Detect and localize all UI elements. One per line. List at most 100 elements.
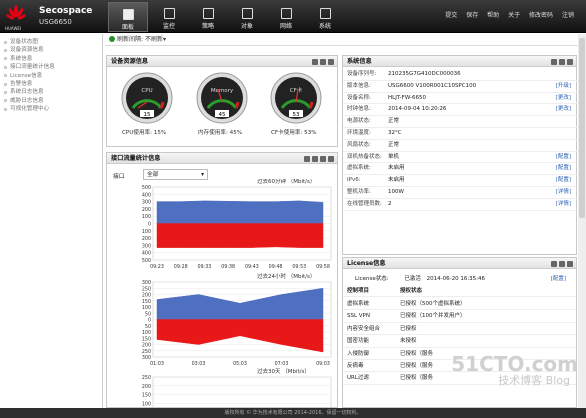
system-icon bbox=[319, 8, 331, 19]
save-link[interactable]: 保存 bbox=[466, 12, 478, 19]
memory-value: 45 bbox=[219, 112, 226, 118]
license-col-item: 控制项目 bbox=[347, 288, 370, 294]
sidebar-item-visual[interactable]: 可视化管理中心 bbox=[0, 105, 102, 113]
chevron-down-icon[interactable]: ▾ bbox=[163, 36, 166, 43]
info-value: 2014-09-04 10:20:26 bbox=[388, 106, 447, 113]
license-panel-header: License信息 bbox=[343, 258, 576, 269]
info-key: 整机功率: bbox=[347, 189, 371, 195]
nav-network[interactable]: 网络 bbox=[266, 2, 306, 32]
info-action-link[interactable]: [更改] bbox=[556, 104, 571, 116]
x-tick-label: 09:38 bbox=[221, 264, 235, 270]
info-action-link[interactable]: [升级] bbox=[556, 81, 571, 93]
nav-dashboard[interactable]: 面板 bbox=[108, 2, 148, 32]
sidebar-item-traffic[interactable]: 接口流量统计信息 bbox=[0, 63, 102, 71]
system-info-row: 版本信息: USG6600 V100R001C10SPC100 [升级] bbox=[343, 81, 581, 93]
info-key: 设备序列号: bbox=[347, 71, 377, 77]
info-value: 未启用 bbox=[388, 177, 405, 184]
license-row: 虚拟系统 已授权（500个虚拟系统） bbox=[343, 298, 576, 311]
info-action-link[interactable]: [详情] bbox=[556, 199, 571, 211]
object-icon bbox=[241, 8, 253, 19]
sidebar-item-alarm[interactable]: 告警信息 bbox=[0, 80, 102, 88]
refresh-icon[interactable] bbox=[559, 261, 565, 267]
logo-text: HUAWEI bbox=[5, 26, 22, 31]
y-tick-label: 400 bbox=[142, 192, 151, 198]
cf-gauge-label: CF卡 bbox=[290, 86, 303, 94]
y-tick-label: 0 bbox=[148, 222, 151, 228]
sidebar-item-license[interactable]: License信息 bbox=[0, 72, 102, 80]
sidebar-item-device-status[interactable]: 设备状态图 bbox=[0, 38, 102, 46]
nav-policy[interactable]: 策略 bbox=[188, 2, 228, 32]
scrollbar[interactable] bbox=[578, 34, 586, 408]
y-tick-label: 100 bbox=[142, 214, 151, 220]
change-password-link[interactable]: 修改密码 bbox=[529, 12, 553, 19]
collapse-icon[interactable] bbox=[551, 59, 557, 65]
refresh-icon[interactable] bbox=[559, 59, 565, 65]
sidebar-item-syslog[interactable]: 系统日志信息 bbox=[0, 88, 102, 96]
info-action-link[interactable]: [配置] bbox=[556, 175, 571, 187]
refresh-icon[interactable] bbox=[320, 59, 326, 65]
sidebar-item-system[interactable]: 系统信息 bbox=[0, 55, 102, 63]
y-tick-label: 150 bbox=[142, 299, 151, 305]
refresh-icon bbox=[109, 36, 115, 42]
y-tick-label: 500 bbox=[142, 258, 151, 264]
y-tick-label: 250 bbox=[142, 349, 151, 355]
collapse-icon[interactable] bbox=[304, 156, 310, 162]
commit-link[interactable]: 提交 bbox=[445, 12, 457, 19]
cpu-usage-label: CPU使用率: 15% bbox=[122, 130, 167, 136]
collapse-icon[interactable] bbox=[551, 261, 557, 267]
license-config-link[interactable]: [配置] bbox=[551, 274, 566, 282]
top-bar: HUAWEI Secospace USG6650 面板 监控 策略 对象 网络 … bbox=[0, 0, 586, 33]
x-tick-label: 09:53 bbox=[292, 264, 306, 270]
refresh-select[interactable]: 不刷新 bbox=[145, 36, 163, 43]
info-key: 虚拟系统: bbox=[347, 165, 371, 172]
system-info-row: 设备名称: HLJT-FW-6650 [更改] bbox=[343, 93, 581, 105]
x-tick-label: 09:03 bbox=[316, 361, 330, 367]
cpu-gauge: CPU 15 bbox=[121, 72, 173, 124]
license-status: 已授权（500个虚拟系统） bbox=[400, 301, 466, 307]
info-key: 双机热备状态: bbox=[347, 153, 382, 160]
traffic-panel: 接口流量统计信息 接口 全部 ▾ 过去60分钟 （Mbit/s） 500 400 300… bbox=[106, 152, 338, 408]
info-action-link[interactable]: [详情] bbox=[556, 187, 571, 199]
license-row: 国密功能 未授权 bbox=[343, 335, 576, 348]
close-icon[interactable] bbox=[567, 59, 573, 65]
sidebar-item-resource[interactable]: 设备资源信息 bbox=[0, 46, 102, 54]
x-tick-label: 09:58 bbox=[316, 264, 330, 270]
info-value: USG6600 V100R001C10SPC100 bbox=[388, 82, 477, 89]
system-info-row: 风扇状态: 正常 bbox=[343, 140, 581, 152]
outbound-area bbox=[156, 223, 324, 248]
system-info-row: 整机功率: 100W [详情] bbox=[343, 187, 581, 199]
y-tick-label: 50 bbox=[145, 311, 151, 317]
info-key: 环境温度: bbox=[347, 130, 371, 136]
refresh-icon[interactable] bbox=[312, 156, 318, 162]
nav-monitor[interactable]: 监控 bbox=[149, 2, 189, 32]
license-status-row: License状态: 已激活 2014-06-20 16:35:46 bbox=[355, 274, 485, 282]
info-key: 风扇状态: bbox=[347, 141, 371, 148]
close-icon[interactable] bbox=[328, 156, 334, 162]
collapse-icon[interactable] bbox=[312, 59, 318, 65]
nav-object[interactable]: 对象 bbox=[227, 2, 267, 32]
logout-link[interactable]: 注销 bbox=[562, 12, 574, 19]
top-links: 提交 保存 帮助 关于 修改密码 注销 bbox=[438, 10, 574, 19]
license-status: 已授权（服务 bbox=[400, 363, 434, 369]
settings-icon[interactable] bbox=[320, 156, 326, 162]
memory-gauge-label: Memory bbox=[211, 88, 234, 94]
sidebar: 设备状态图 设备资源信息 系统信息 接口流量统计信息 License信息 告警信… bbox=[0, 34, 103, 408]
license-item: 内容安全组合 bbox=[347, 325, 381, 332]
cf-usage-label: CF卡使用率: 53% bbox=[271, 130, 317, 136]
sidebar-item-threatlog[interactable]: 威胁日志信息 bbox=[0, 97, 102, 105]
close-icon[interactable] bbox=[328, 59, 334, 65]
info-value: HLJT-FW-6650 bbox=[388, 94, 427, 101]
about-link[interactable]: 关于 bbox=[508, 12, 520, 19]
nav-system[interactable]: 系统 bbox=[305, 2, 345, 32]
y-tick-label: 300 bbox=[142, 280, 151, 286]
info-action-link[interactable]: [更改] bbox=[556, 93, 571, 105]
info-action-link[interactable]: [配置] bbox=[556, 152, 571, 164]
info-key: 电源状态: bbox=[347, 118, 371, 125]
help-link[interactable]: 帮助 bbox=[487, 12, 499, 19]
info-action-link[interactable]: [配置] bbox=[556, 163, 571, 175]
scrollbar-thumb[interactable] bbox=[579, 38, 585, 218]
traffic-panel-header: 接口流量统计信息 bbox=[107, 153, 337, 164]
close-icon[interactable] bbox=[567, 261, 573, 267]
monitor-icon bbox=[163, 8, 175, 19]
y-tick-label: 100 bbox=[142, 229, 151, 235]
